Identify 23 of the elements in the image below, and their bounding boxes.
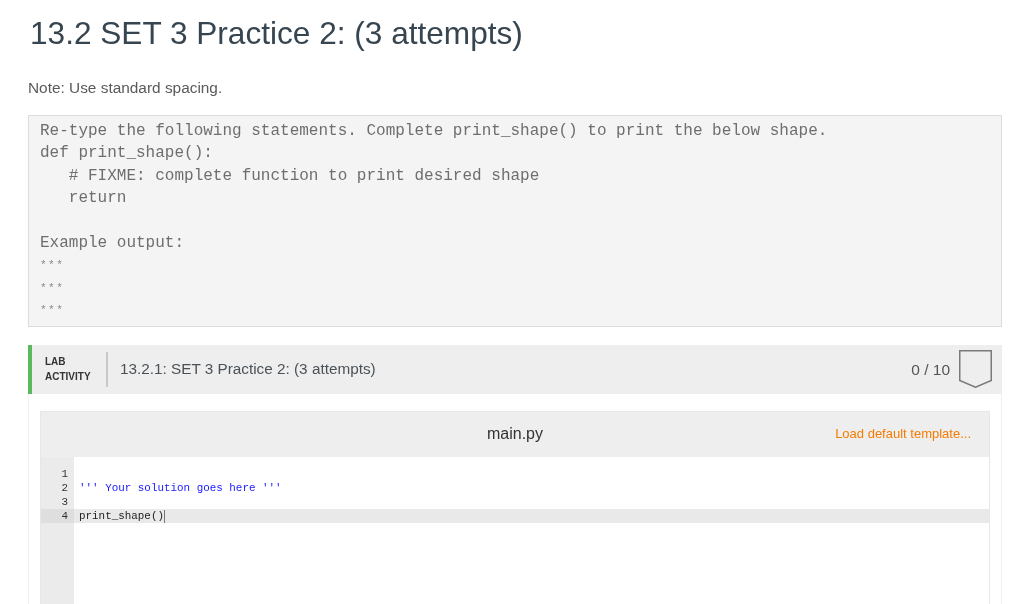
activity-type-label: LAB ACTIVITY [45,355,92,385]
code-text: print_shape() [78,508,164,523]
pentagon-icon [959,350,992,389]
example-output-line: *** [40,258,65,274]
line-number: 1 [60,466,69,481]
example-label: Example output: [40,233,185,254]
instruction-line: return [67,188,127,210]
line-number: 4 [41,508,74,523]
line-number: 3 [60,494,69,509]
code-editor[interactable]: 1 2 ''' Your solution goes here ''' 3 4 print_shape() [41,456,989,604]
activity-title: 13.2.1: SET 3 Practice 2: (3 attempts) [120,358,377,379]
instruction-line: Re-type the following statements. Complete print_shape() to print the below shape. [40,121,828,142]
code-text: ''' Your solution goes here ''' [78,480,282,495]
text-cursor [163,509,165,523]
score-text: 0 / 10 [911,359,950,380]
line-number: 2 [60,480,69,495]
example-output-line: *** [40,303,65,319]
example-output-line: *** [40,280,65,296]
page-title: 13.2 SET 3 Practice 2: (3 attempts) [30,14,524,53]
instruction-line: def print_shape(): [40,143,213,165]
note-text: Note: Use standard spacing. [28,78,224,98]
file-name: main.py [487,424,543,445]
instruction-line: # FIXME: complete function to print desired shape [67,165,540,187]
